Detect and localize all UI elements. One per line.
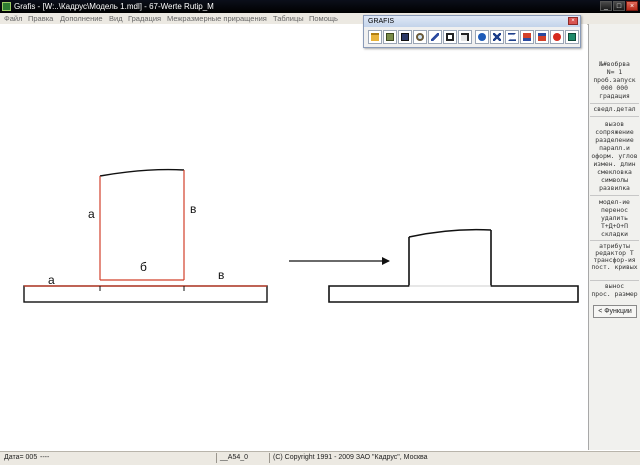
window-controls: _ □ ×	[600, 1, 638, 12]
panel-item[interactable]: складки	[589, 230, 640, 238]
menu-grading[interactable]: Градация	[128, 13, 161, 24]
panel-item[interactable]: модел-ие	[589, 198, 640, 206]
menu-view[interactable]: Вид	[109, 13, 123, 24]
panel-item[interactable]: сопряжение	[589, 128, 640, 136]
tb-save-as-button[interactable]	[383, 30, 397, 44]
window-title: Grafis - [W:..\Кадрус\Модель 1.mdl] - 67…	[14, 2, 214, 11]
panel-item[interactable]: перенос	[589, 206, 640, 214]
panel-item[interactable]: сведл.детал	[589, 105, 640, 113]
panel-item[interactable]: смекловка	[589, 168, 640, 176]
tb-pen-button[interactable]	[428, 30, 442, 44]
grafis-toolbar[interactable]: GRAFIS ×	[363, 15, 581, 48]
label-strip-v: в	[218, 268, 225, 282]
app-icon[interactable]	[2, 2, 11, 11]
panel-item[interactable]: разделение	[589, 136, 640, 144]
import-icon	[538, 33, 546, 41]
export-icon	[523, 33, 531, 41]
pen-icon	[431, 33, 439, 41]
panel-item[interactable]: символы	[589, 176, 640, 184]
window-titlebar: Grafis - [W:..\Кадрус\Модель 1.mdl] - 67…	[0, 0, 640, 13]
panel-separator	[590, 280, 639, 281]
cut-icon	[508, 33, 516, 41]
left-strip[interactable]	[23, 285, 268, 303]
panel-line[interactable]: №#вобрва	[589, 60, 640, 68]
menu-file[interactable]: Файл	[4, 13, 22, 24]
tb-dimension-button[interactable]	[490, 30, 504, 44]
panel-item[interactable]: вынос	[589, 282, 640, 290]
pattern-drawing	[23, 168, 579, 303]
menu-tables[interactable]: Таблицы	[273, 13, 304, 24]
menu-increments[interactable]: Межразмерные приращения	[167, 13, 267, 24]
combined-top-curve	[408, 228, 492, 238]
status-dashes: ----	[40, 454, 50, 461]
tb-cut-button[interactable]	[505, 30, 519, 44]
grafis-toolbar-title[interactable]: GRAFIS ×	[364, 16, 580, 27]
open-folder-icon	[371, 33, 379, 41]
panel-line[interactable]: проб.запуск	[589, 76, 640, 84]
panel-line: N= 1	[606, 68, 623, 76]
tb-stop-button[interactable]	[550, 30, 564, 44]
left-piece-top-curve	[99, 168, 185, 177]
functions-button[interactable]: < Функции	[593, 305, 637, 318]
stop-icon	[553, 33, 561, 41]
zoom-icon	[416, 33, 424, 41]
panel-separator	[590, 103, 639, 104]
panel-line: 000 000	[601, 84, 628, 92]
panel-item[interactable]: пост. кривых	[589, 263, 640, 271]
strip-outline	[23, 285, 268, 303]
dimension-icon	[493, 33, 501, 41]
panel-item[interactable]: паралл.и	[589, 144, 640, 152]
status-copyright: (C) Copyright 1991 - 2009 ЗАО "Кадрус", …	[273, 454, 428, 461]
menu-help[interactable]: Помощь	[309, 13, 338, 24]
panel-item[interactable]: Т+Д+О+П	[589, 222, 640, 230]
tb-export-button[interactable]	[520, 30, 534, 44]
panel-separator	[590, 240, 639, 241]
label-strip-a: а	[48, 273, 55, 287]
status-divider	[216, 453, 217, 463]
combined-outline	[328, 230, 579, 303]
maximize-button[interactable]: □	[613, 1, 625, 11]
save-as-icon	[386, 33, 394, 41]
layers-icon	[461, 33, 469, 41]
minimize-button[interactable]: _	[600, 1, 612, 11]
tb-frame-button[interactable]	[443, 30, 457, 44]
close-button[interactable]: ×	[626, 1, 638, 11]
label-left-v: в	[190, 202, 197, 216]
panel-separator	[590, 116, 639, 117]
tb-zoom-button[interactable]	[413, 30, 427, 44]
drawing-canvas[interactable]: а в а б в	[0, 24, 587, 450]
panel-item[interactable]: прос. размер	[589, 290, 640, 298]
panel-line[interactable]: градация	[589, 92, 640, 100]
status-bar: Дата= 005 ---- __A54_0 (C) Copyright 199…	[0, 451, 640, 465]
frame-icon	[446, 33, 454, 41]
panel-item[interactable]: удалить	[589, 214, 640, 222]
menu-edit[interactable]: Правка	[28, 13, 53, 24]
tb-monitor-button[interactable]	[565, 30, 579, 44]
panel-item[interactable]: измен. длин	[589, 160, 640, 168]
status-code: __A54_0	[220, 454, 249, 461]
panel-item[interactable]: развилка	[589, 184, 640, 192]
tb-save-button[interactable]	[398, 30, 412, 44]
tb-import-button[interactable]	[535, 30, 549, 44]
grafis-toolbar-title-text: GRAFIS	[368, 18, 395, 25]
panel-item[interactable]: вызов	[589, 120, 640, 128]
tb-layers-button[interactable]	[458, 30, 472, 44]
label-strip-b: б	[140, 260, 147, 274]
panel-separator	[590, 195, 639, 196]
status-divider	[269, 453, 270, 463]
tb-transform-button[interactable]	[475, 30, 489, 44]
tb-open-button[interactable]	[368, 30, 382, 44]
monitor-icon	[568, 33, 576, 41]
panel-item[interactable]: оформ. углов	[589, 152, 640, 160]
grafis-close-button[interactable]: ×	[568, 17, 578, 25]
label-left-a: а	[88, 207, 95, 221]
save-icon	[401, 33, 409, 41]
menu-addon[interactable]: Дополнение	[60, 13, 103, 24]
command-panel: №#вобрва N= 1 проб.запуск 000 000 градац…	[588, 24, 640, 450]
status-date: Дата= 005	[4, 454, 38, 461]
combined-piece[interactable]	[328, 228, 579, 303]
transform-icon	[478, 33, 486, 41]
